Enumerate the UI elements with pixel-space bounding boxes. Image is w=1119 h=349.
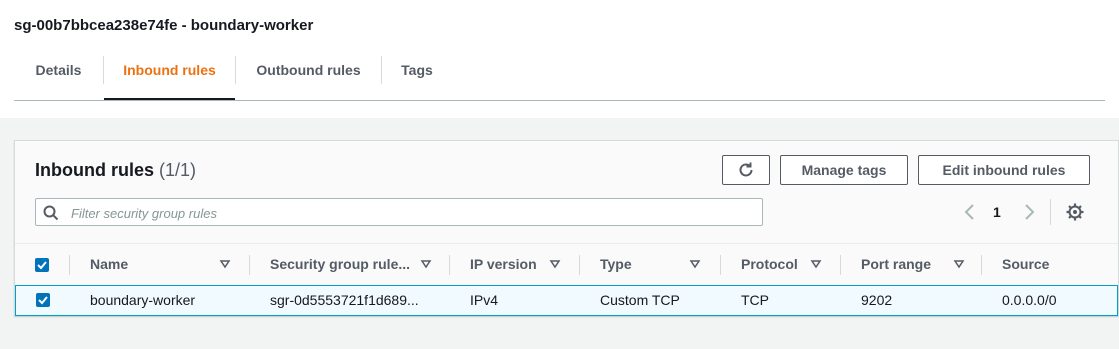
cell-name: boundary-worker bbox=[90, 292, 196, 308]
sort-caret-icon[interactable] bbox=[420, 258, 432, 270]
table-row[interactable]: boundary-worker sgr-0d5553721f1d689... I… bbox=[15, 285, 1118, 316]
tab-bar: Details Inbound rules Outbound rules Tag… bbox=[14, 48, 1105, 101]
panel-count: (1/1) bbox=[159, 160, 197, 180]
edit-inbound-rules-button[interactable]: Edit inbound rules bbox=[918, 155, 1090, 185]
column-header-name[interactable]: Name bbox=[90, 244, 128, 286]
cell-type: Custom TCP bbox=[600, 292, 680, 308]
search-icon bbox=[43, 205, 59, 221]
checkmark-icon bbox=[37, 261, 47, 270]
sort-caret-icon[interactable] bbox=[689, 258, 701, 270]
column-header-rule-id[interactable]: Security group rule... bbox=[270, 244, 410, 286]
column-divider bbox=[840, 255, 841, 275]
settings-gear-icon[interactable] bbox=[1066, 203, 1084, 221]
inbound-rules-panel: Inbound rules (1/1) Manage tags Edit inb… bbox=[14, 140, 1119, 316]
cell-protocol: TCP bbox=[741, 292, 769, 308]
column-header-ip-version[interactable]: IP version bbox=[470, 244, 537, 286]
column-divider bbox=[720, 255, 721, 275]
column-divider bbox=[981, 255, 982, 275]
manage-tags-button[interactable]: Manage tags bbox=[780, 155, 908, 185]
cell-rule-id: sgr-0d5553721f1d689... bbox=[270, 292, 419, 308]
tab-outbound-rules[interactable]: Outbound rules bbox=[236, 48, 381, 98]
column-header-port-range[interactable]: Port range bbox=[861, 244, 931, 286]
filter-search[interactable] bbox=[35, 198, 763, 226]
cell-port-range: 9202 bbox=[861, 292, 893, 308]
sort-caret-icon[interactable] bbox=[549, 258, 561, 270]
pagination-divider bbox=[1050, 199, 1051, 225]
tab-inbound-rules[interactable]: Inbound rules bbox=[104, 48, 235, 100]
cell-source: 0.0.0.0/0 bbox=[1002, 292, 1057, 308]
select-all-checkbox[interactable] bbox=[35, 258, 49, 272]
tab-tags[interactable]: Tags bbox=[382, 48, 452, 98]
sort-caret-icon[interactable] bbox=[219, 258, 231, 270]
column-divider bbox=[449, 255, 450, 275]
column-divider bbox=[69, 255, 70, 275]
filter-input[interactable] bbox=[69, 201, 753, 225]
panel-title: Inbound rules (1/1) bbox=[35, 160, 196, 181]
panel-title-text: Inbound rules bbox=[35, 160, 154, 180]
next-page-icon[interactable] bbox=[1021, 202, 1037, 222]
cell-ip-version: IPv4 bbox=[470, 292, 499, 308]
table-header: Name Security group rule... IP version T… bbox=[15, 243, 1118, 286]
column-header-source[interactable]: Source bbox=[1002, 244, 1049, 286]
checkmark-icon bbox=[38, 296, 48, 305]
column-divider bbox=[249, 255, 250, 275]
previous-page-icon[interactable] bbox=[962, 202, 978, 222]
tab-details[interactable]: Details bbox=[14, 48, 103, 98]
refresh-button[interactable] bbox=[722, 155, 770, 185]
column-header-protocol[interactable]: Protocol bbox=[741, 244, 798, 286]
column-header-type[interactable]: Type bbox=[600, 244, 632, 286]
page-title: sg-00b7bbcea238e74fe - boundary-worker bbox=[14, 17, 314, 34]
refresh-icon bbox=[739, 162, 753, 177]
sort-caret-icon[interactable] bbox=[810, 258, 822, 270]
row-checkbox[interactable] bbox=[36, 293, 50, 307]
column-divider bbox=[579, 255, 580, 275]
page-number[interactable]: 1 bbox=[993, 204, 1001, 220]
sort-caret-icon[interactable] bbox=[953, 258, 965, 270]
